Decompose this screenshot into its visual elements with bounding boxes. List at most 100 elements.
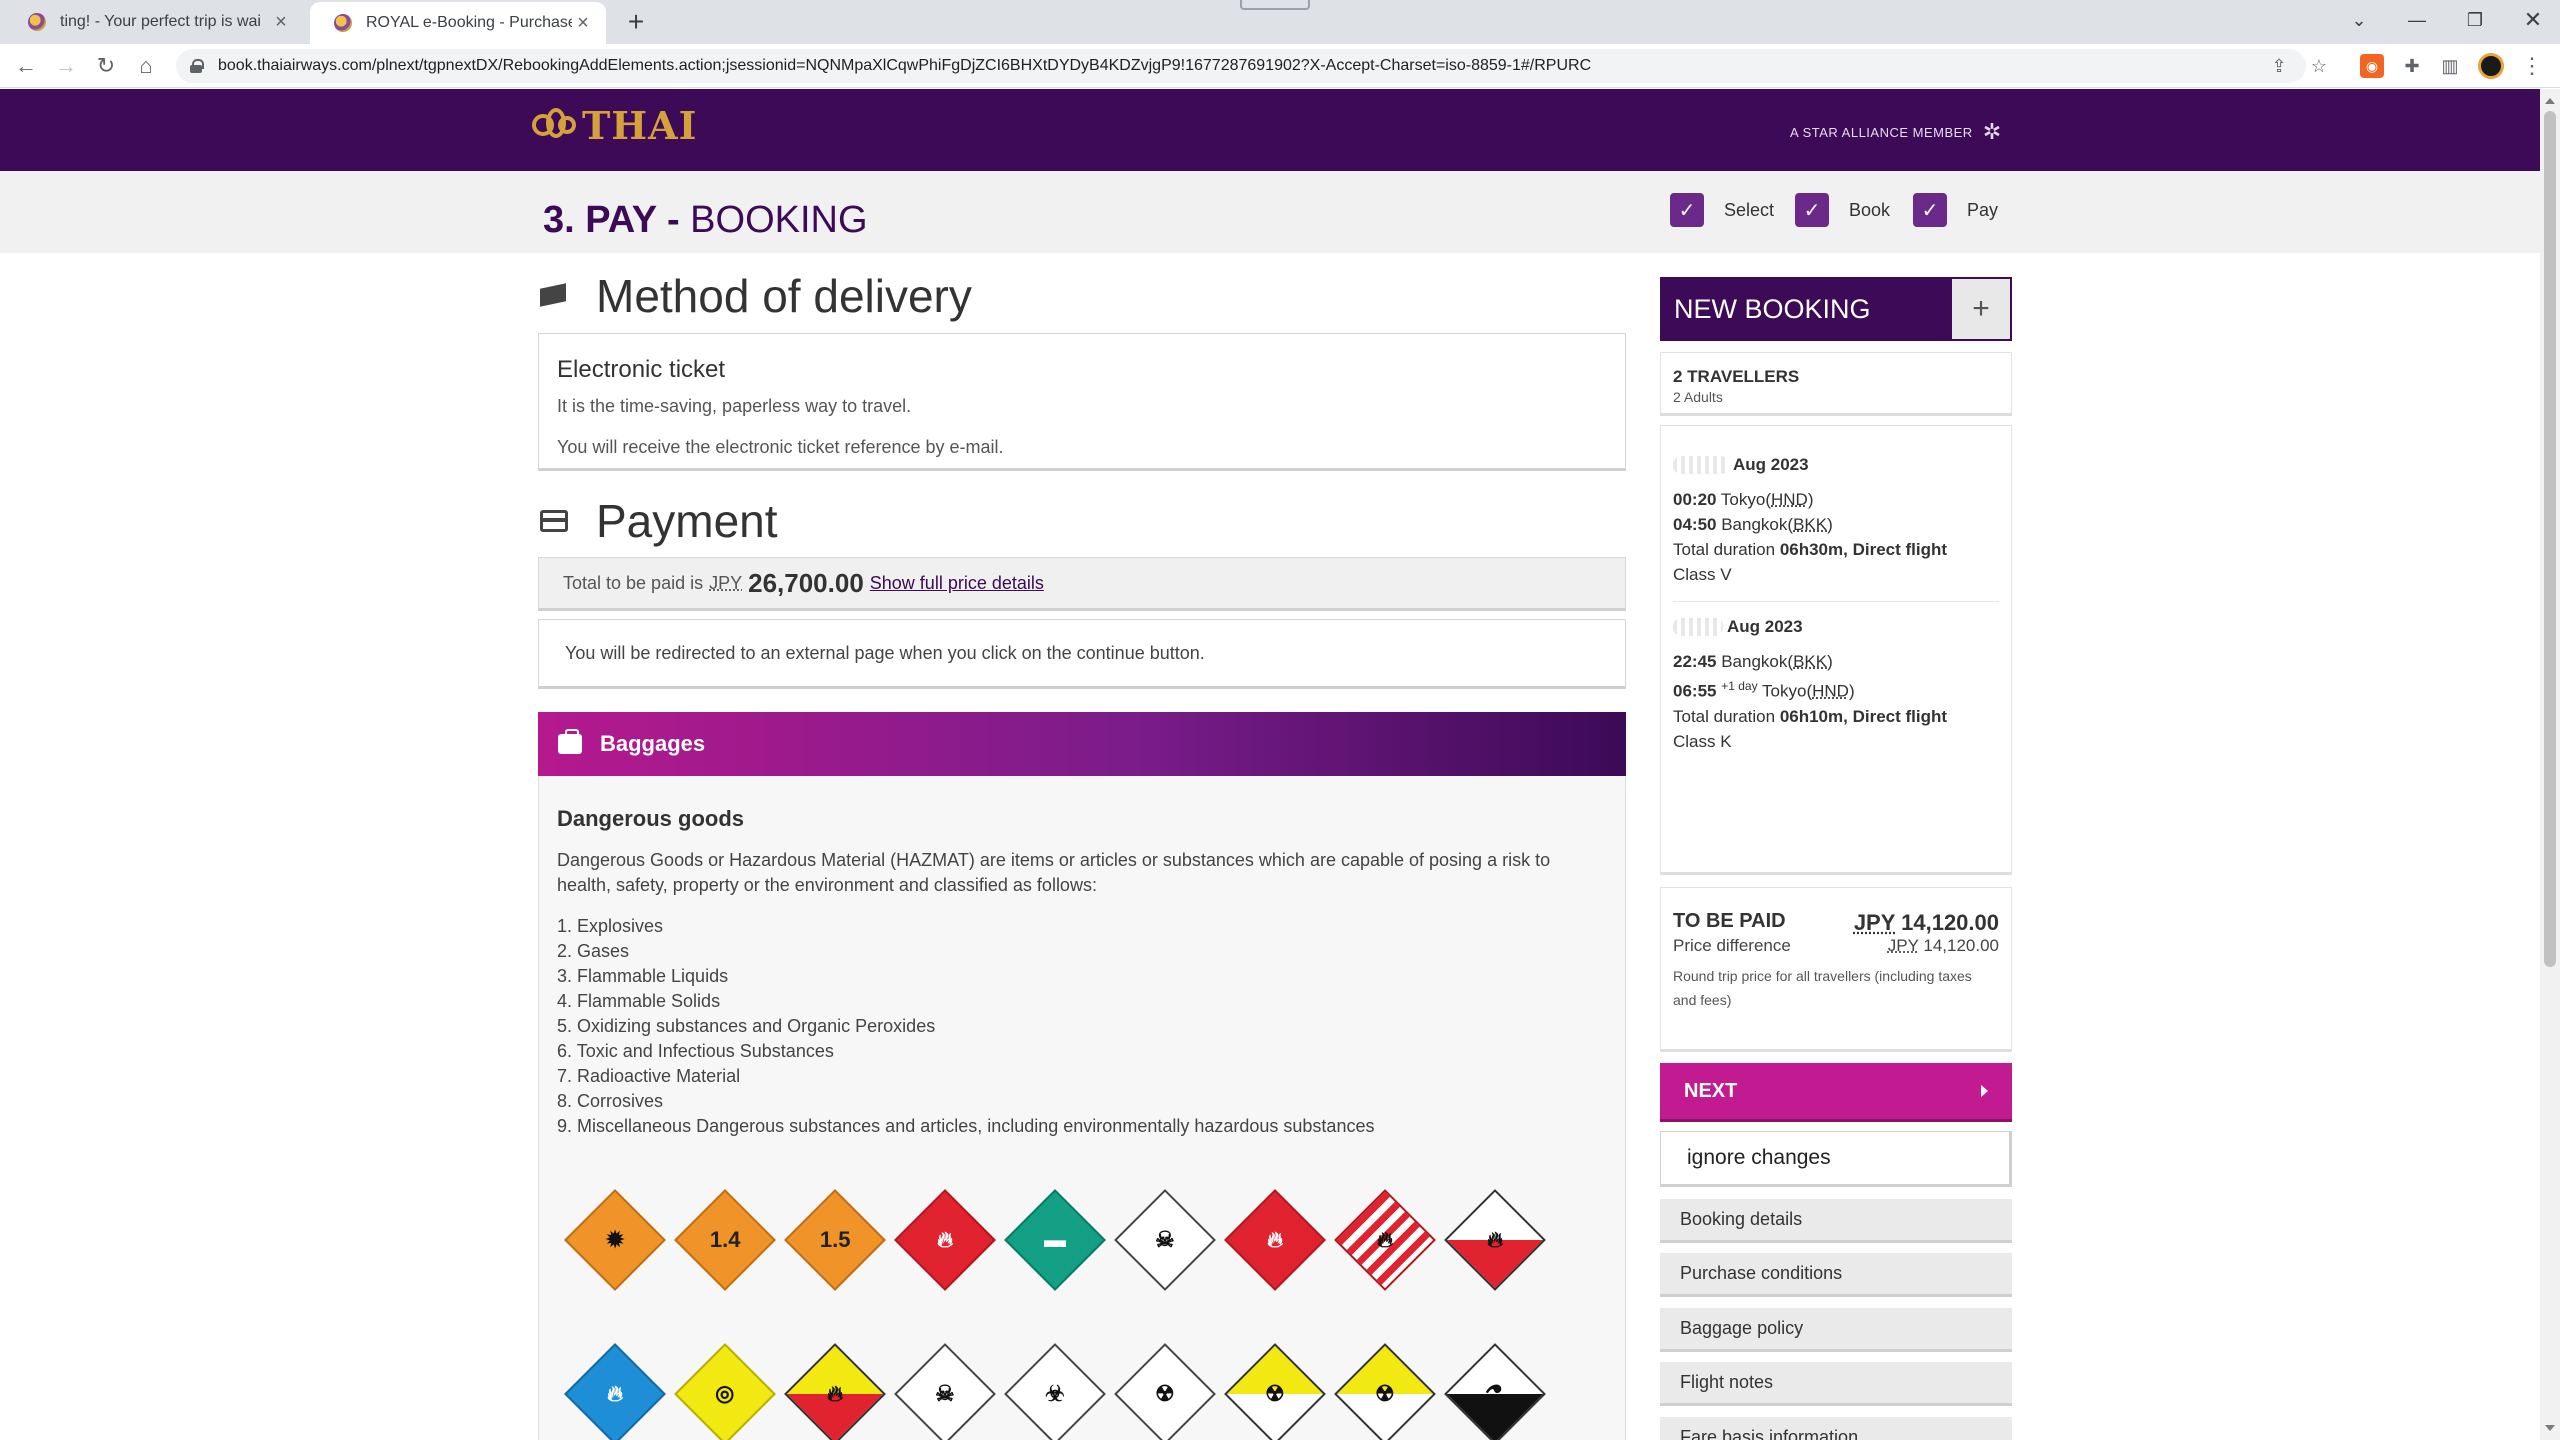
toxic-gas-label-icon: ☠ [1110, 1185, 1220, 1295]
next-button[interactable]: NEXT [1660, 1063, 2012, 1119]
flammable-gas-label-icon: 🔥︎ [890, 1185, 1000, 1295]
forward-icon[interactable]: → [50, 50, 82, 82]
explosive-1-4-label-icon: 1.4 [670, 1185, 780, 1295]
share-icon[interactable]: ⇪ [2266, 53, 2292, 79]
outbound-flight: Aug 2023 00:20 Tokyo(HND) 04:50 Bangkok(… [1673, 452, 1999, 587]
back-icon[interactable]: ← [10, 50, 42, 82]
url-text[interactable]: book.thaiairways.com/plnext/tgpnextDX/Re… [218, 57, 2306, 75]
ignore-changes-button[interactable]: ignore changes [1660, 1131, 2012, 1187]
radioactive-ii-label-icon: ☢ [1220, 1339, 1330, 1440]
baggage-policy-link[interactable]: Baggage policy [1660, 1308, 2012, 1352]
side-panel-icon[interactable]: ▥ [2438, 54, 2462, 78]
bookmark-star-icon[interactable]: ☆ [2306, 53, 2332, 79]
alliance-text: A STAR ALLIANCE MEMBER [1790, 124, 1973, 140]
step-book: ✓ Book [1795, 193, 1890, 227]
thai-favicon-icon [28, 13, 46, 31]
non-flammable-gas-label-icon: ▬ [1000, 1185, 1110, 1295]
scrollbar-thumb[interactable] [2544, 111, 2556, 967]
lock-icon[interactable] [190, 59, 204, 73]
tab-title: ting! - Your perfect trip is wai [60, 13, 261, 30]
to-be-paid-value: JPY 14,120.00 [1853, 910, 1999, 935]
delivery-heading: Electronic ticket [557, 356, 726, 383]
star-alliance-badge: A STAR ALLIANCE MEMBER ✲ [1790, 119, 2002, 145]
flight-notes-link[interactable]: Flight notes [1660, 1362, 2012, 1406]
address-bar[interactable]: book.thaiairways.com/plnext/tgpnextDX/Re… [176, 49, 2327, 83]
delivery-icon [540, 282, 568, 310]
extensions-puzzle-icon[interactable]: ✚ [2400, 54, 2424, 78]
chevron-down-icon[interactable]: ⌄ [2330, 0, 2388, 40]
page-scrollbar[interactable] [2540, 89, 2560, 1440]
redacted-day [1673, 455, 1729, 474]
close-icon[interactable]: × [270, 11, 292, 33]
next-label: NEXT [1684, 1079, 1738, 1102]
delivery-title-text: Method of delivery [596, 270, 972, 322]
window-close-button[interactable]: ✕ [2504, 0, 2560, 40]
credit-card-icon [540, 510, 568, 532]
list-item: 5. Oxidizing substances and Organic Pero… [557, 1016, 936, 1036]
price-difference-row: Price difference JPY 14,120.00 [1673, 936, 1999, 956]
delivery-line-2: You will receive the electronic ticket r… [557, 437, 1004, 457]
logo-text: THAI [582, 103, 698, 148]
list-item: 8. Corrosives [557, 1091, 664, 1111]
fare-basis-link[interactable]: Fare basis information [1660, 1417, 2012, 1440]
step-pay: ✓ Pay [1913, 193, 1998, 227]
redirect-notice: You will be redirected to an external pa… [538, 619, 1626, 689]
total-to-pay-box: Total to be paid is JPY 26,700.00 Show f… [538, 557, 1626, 611]
hazmat-labels-row-1: ✹ 1.4 1.5 🔥︎ ▬ ☠ 🔥︎ 🔥︎ 🔥︎ [560, 1185, 1550, 1295]
travellers-card: 2 TRAVELLERS 2 Adults [1660, 352, 2012, 416]
list-item: 7. Radioactive Material [557, 1066, 741, 1086]
step-label: Pay [1967, 199, 1999, 220]
scroll-up-icon[interactable] [2545, 93, 2555, 104]
checkmark-icon: ✓ [1795, 193, 1829, 227]
restore-button[interactable]: ❐ [2446, 0, 2504, 40]
new-tab-button[interactable]: + [620, 6, 652, 38]
total-currency: JPY [709, 572, 743, 593]
travellers-adults: 2 Adults [1673, 389, 1723, 405]
show-price-details-link[interactable]: Show full price details [870, 573, 1044, 594]
to-be-paid-label: TO BE PAID [1673, 910, 1786, 932]
list-item: 6. Toxic and Infectious Substances [557, 1041, 834, 1061]
thai-favicon-icon [334, 14, 352, 32]
list-item: 1. Explosives [557, 916, 664, 936]
divider [1673, 601, 1999, 602]
site-header: THAI A STAR ALLIANCE MEMBER ✲ [0, 89, 2540, 171]
biohazard-label-icon: ☣ [1000, 1339, 1110, 1440]
oxidizer-label-icon: ◎ [670, 1339, 780, 1440]
browser-toolbar: ← → ↻ ⌂ book.thaiairways.com/plnext/tgpn… [0, 44, 2560, 88]
baggage-title: Baggages [600, 731, 706, 756]
organic-peroxide-label-icon: 🔥︎ [780, 1339, 890, 1440]
close-icon[interactable]: × [572, 12, 594, 34]
itinerary-card: Aug 2023 00:20 Tokyo(HND) 04:50 Bangkok(… [1660, 425, 2012, 875]
scroll-down-icon[interactable] [2545, 1425, 2555, 1436]
expand-plus-icon[interactable]: + [1950, 277, 2012, 341]
to-be-paid-card: TO BE PAID JPY 14,120.00 Price differenc… [1660, 887, 2012, 1052]
tab-ting[interactable]: ting! - Your perfect trip is wai × [4, 0, 304, 44]
price-difference-value: JPY 14,120.00 [1887, 936, 1999, 955]
to-be-paid-row: TO BE PAID JPY 14,120.00 [1673, 910, 1999, 936]
flammable-solid-label-icon: 🔥︎ [1330, 1185, 1440, 1295]
flight-date: Aug 2023 [1673, 452, 1999, 477]
tab-title: ROYAL e-Booking - Purchase [366, 14, 572, 31]
tab-royal-ebooking[interactable]: ROYAL e-Booking - Purchase × [310, 2, 606, 44]
reload-icon[interactable]: ↻ [90, 50, 122, 82]
toxic-label-icon: ☠ [890, 1339, 1000, 1440]
explosive-label-icon: ✹ [560, 1185, 670, 1295]
window-drag-handle[interactable] [1240, 0, 1310, 10]
price-note: Round trip price for all travellers (inc… [1673, 968, 1972, 1008]
home-icon[interactable]: ⌂ [130, 50, 162, 82]
corrosive-label-icon: ⚗ [1440, 1339, 1550, 1440]
page-title-step: 3. PAY - [543, 199, 680, 241]
menu-kebab-icon[interactable]: ⋮ [2520, 53, 2544, 78]
purchase-conditions-link[interactable]: Purchase conditions [1660, 1253, 2012, 1297]
flight-date: Aug 2023 [1673, 614, 1999, 639]
payment-title-text: Payment [596, 495, 778, 547]
booking-details-link[interactable]: Booking details [1660, 1199, 2012, 1243]
minimize-button[interactable]: — [2388, 0, 2446, 40]
thai-logo[interactable]: THAI [530, 103, 697, 148]
rss-icon[interactable]: ◉ [2360, 54, 2384, 78]
spontaneously-combustible-label-icon: 🔥︎ [1440, 1185, 1550, 1295]
radioactive-iii-label-icon: ☢ [1330, 1339, 1440, 1440]
delivery-line-1: It is the time-saving, paperless way to … [557, 396, 912, 416]
profile-avatar[interactable] [2478, 53, 2504, 79]
dangerous-goods-title: Dangerous goods [557, 806, 745, 831]
